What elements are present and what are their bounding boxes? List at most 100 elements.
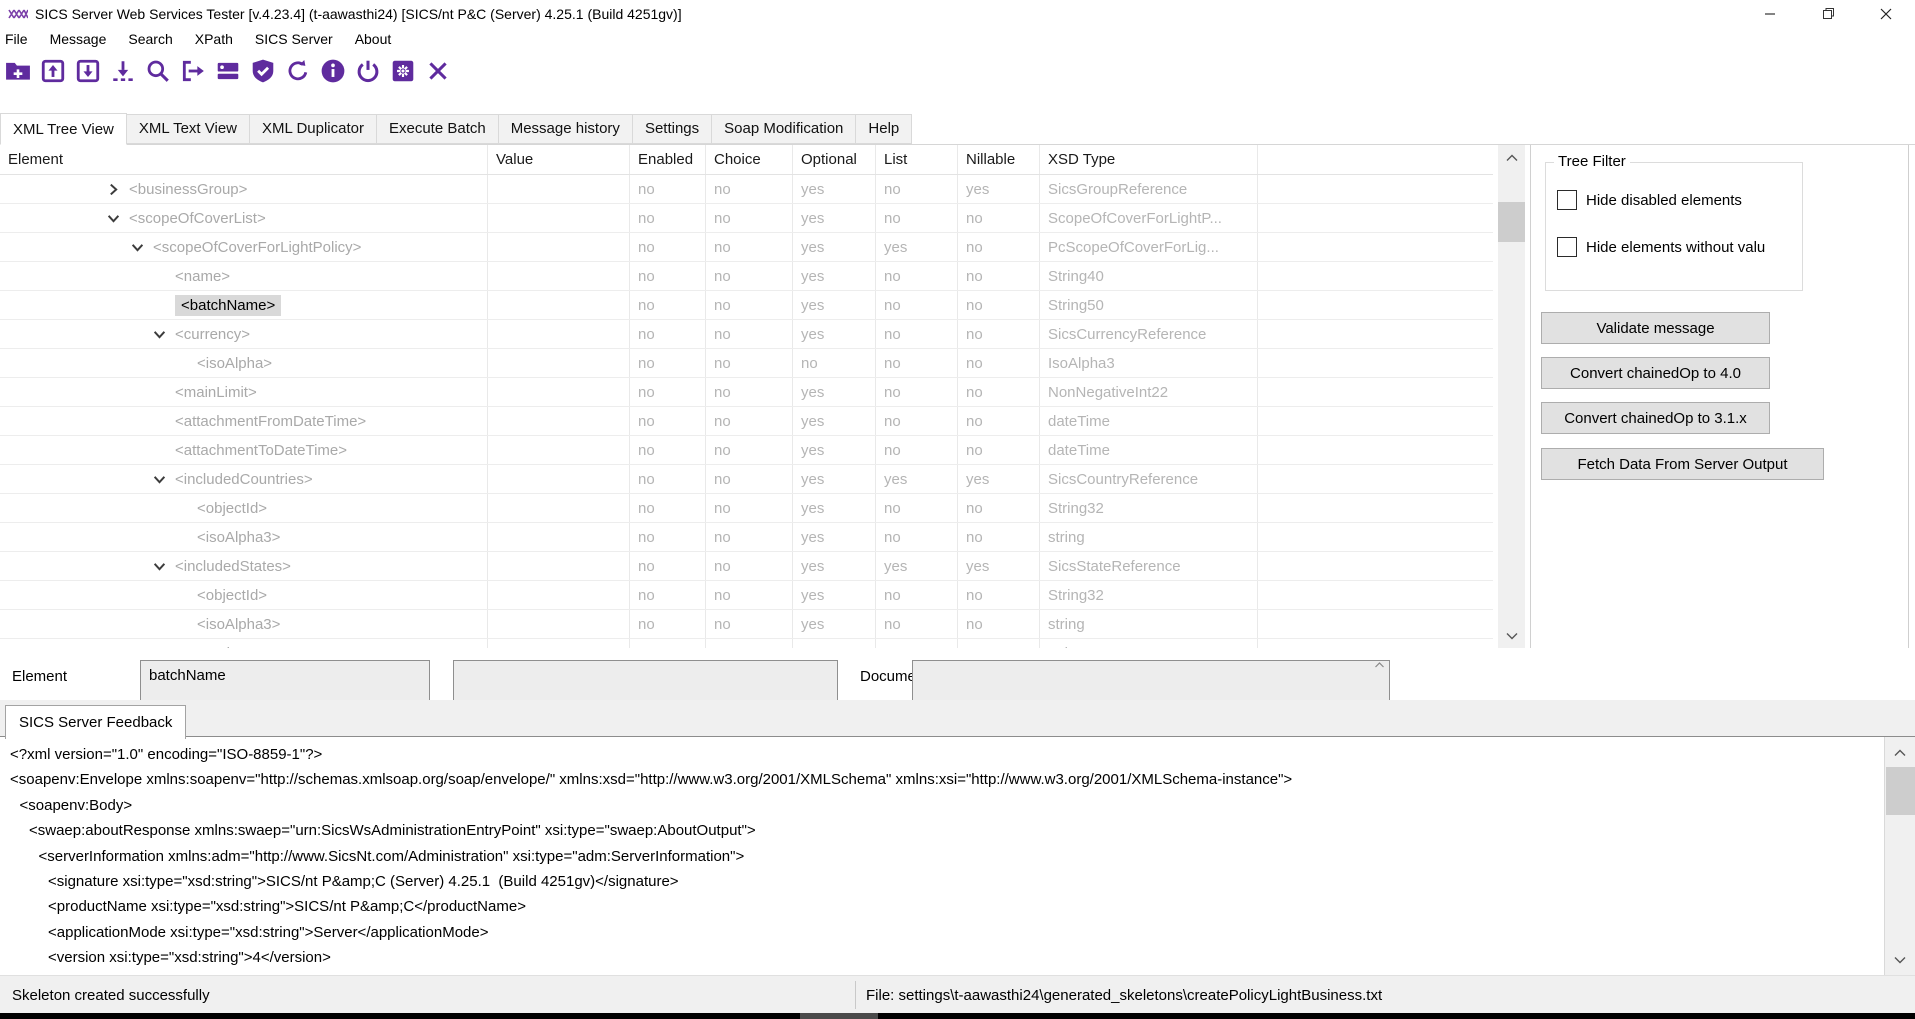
feedback-scrollbar[interactable] xyxy=(1884,737,1915,975)
chevron-expanded-icon[interactable] xyxy=(153,473,175,486)
nillable-cell: no xyxy=(958,320,1040,348)
column-header-enabled: Enabled xyxy=(630,145,706,174)
convert-chainedop-31x-button[interactable]: Convert chainedOp to 3.1.x xyxy=(1541,402,1770,434)
scroll-up-icon[interactable] xyxy=(1498,145,1525,170)
tree-element-cell: <scopeOfCoverForLightPolicy> xyxy=(0,233,488,261)
settings-icon[interactable] xyxy=(385,55,420,87)
close-window-button[interactable] xyxy=(1857,0,1915,27)
enabled-cell: no xyxy=(630,523,706,551)
chevron-expanded-icon[interactable] xyxy=(153,560,175,573)
validate-shield-icon[interactable] xyxy=(245,55,280,87)
feedback-scrollbar-thumb[interactable] xyxy=(1886,767,1915,815)
menu-item-file[interactable]: File xyxy=(0,31,39,47)
fetch-data-button[interactable]: Fetch Data From Server Output xyxy=(1541,448,1824,480)
search-icon[interactable] xyxy=(140,55,175,87)
tree-row[interactable]: <isoAlpha>nononononoIsoAlpha3 xyxy=(0,349,1493,378)
tab-execute-batch[interactable]: Execute Batch xyxy=(377,114,499,144)
tab-help[interactable]: Help xyxy=(856,114,912,144)
tree-row[interactable]: <name>nonoyesnonoString40 xyxy=(0,262,1493,291)
chevron-expanded-icon[interactable] xyxy=(131,241,153,254)
enabled-cell: no xyxy=(630,407,706,435)
tree-scrollbar[interactable] xyxy=(1498,145,1525,648)
element-name: <includedCountries> xyxy=(175,471,313,488)
send-message-icon[interactable] xyxy=(175,55,210,87)
menu-item-sics-server[interactable]: SICS Server xyxy=(244,31,344,47)
tree-row[interactable]: <batchName>nonoyesnonoString50 xyxy=(0,291,1493,320)
element-value-input[interactable] xyxy=(453,660,838,700)
tab-xml-duplicator[interactable]: XML Duplicator xyxy=(250,114,377,144)
new-message-icon[interactable] xyxy=(0,55,35,87)
tree-row[interactable]: <scopeOfCoverForLightPolicy>nonoyesyesno… xyxy=(0,233,1493,262)
spacer-cell xyxy=(1258,436,1493,464)
tree-row[interactable]: <mainLimit>nonoyesnonoNonNegativeInt22 xyxy=(0,378,1493,407)
info-icon[interactable] xyxy=(315,55,350,87)
xsd-cell: string xyxy=(1040,610,1258,638)
scroll-down-icon[interactable] xyxy=(1498,623,1525,648)
chevron-collapsed-icon[interactable] xyxy=(107,183,129,196)
tab-message-history[interactable]: Message history xyxy=(499,114,633,144)
tab-xml-text-view[interactable]: XML Text View xyxy=(127,114,250,144)
tree-row[interactable]: <objectId>nonoyesnonoString32 xyxy=(0,581,1493,610)
xsd-cell: IsoAlpha3 xyxy=(1040,349,1258,377)
tree-row[interactable]: <code>nononononostring xyxy=(0,639,1493,648)
toolbar xyxy=(0,51,1915,91)
validate-message-button[interactable]: Validate message xyxy=(1541,312,1770,344)
enabled-cell: no xyxy=(630,552,706,580)
value-cell xyxy=(488,349,630,377)
menu-item-message[interactable]: Message xyxy=(39,31,118,47)
hide-elements-without-value-checkbox[interactable] xyxy=(1557,237,1577,257)
choice-cell: no xyxy=(706,320,793,348)
chevron-expanded-icon[interactable] xyxy=(153,328,175,341)
convert-chainedop-40-button[interactable]: Convert chainedOp to 4.0 xyxy=(1541,357,1770,389)
tree-element-cell: <includedStates> xyxy=(0,552,488,580)
tree-row[interactable]: <includedCountries>nonoyesyesyesSicsCoun… xyxy=(0,465,1493,494)
taskbar-edge xyxy=(0,1013,1915,1019)
list-cell: no xyxy=(876,320,958,348)
list-cell: no xyxy=(876,581,958,609)
enabled-cell: no xyxy=(630,291,706,319)
menu-item-search[interactable]: Search xyxy=(117,31,183,47)
tree-element-cell: <includedCountries> xyxy=(0,465,488,493)
tree-scrollbar-thumb[interactable] xyxy=(1498,202,1525,242)
tab-sics-server-feedback[interactable]: SICS Server Feedback xyxy=(5,705,186,739)
tree-row[interactable]: <attachmentToDateTime>nonoyesnonodateTim… xyxy=(0,436,1493,465)
nillable-cell: no xyxy=(958,639,1040,648)
nillable-cell: yes xyxy=(958,175,1040,203)
tab-soap-modification[interactable]: Soap Modification xyxy=(712,114,856,144)
tree-row[interactable]: <attachmentFromDateTime>nonoyesnonodateT… xyxy=(0,407,1493,436)
documentation-scroll-up-icon[interactable] xyxy=(1368,662,1390,668)
value-cell xyxy=(488,610,630,638)
import-icon[interactable] xyxy=(105,55,140,87)
chevron-expanded-icon[interactable] xyxy=(107,212,129,225)
save-message-icon[interactable] xyxy=(70,55,105,87)
feedback-scroll-down-icon[interactable] xyxy=(1885,947,1915,972)
feedback-content[interactable]: <?xml version="1.0" encoding="ISO-8859-1… xyxy=(0,737,1884,980)
optional-cell: yes xyxy=(793,407,876,435)
load-message-icon[interactable] xyxy=(35,55,70,87)
tree-row[interactable]: <isoAlpha3>nonoyesnonostring xyxy=(0,610,1493,639)
close-icon[interactable] xyxy=(420,55,455,87)
xml-line: <serverInformation xmlns:adm="http://www… xyxy=(0,844,1884,869)
refresh-icon[interactable] xyxy=(280,55,315,87)
column-header-element: Element xyxy=(0,145,488,174)
tree-row[interactable]: <objectId>nonoyesnonoString32 xyxy=(0,494,1493,523)
menu-item-about[interactable]: About xyxy=(344,31,403,47)
tree-row[interactable]: <isoAlpha3>nonoyesnonostring xyxy=(0,523,1493,552)
minimize-button[interactable] xyxy=(1741,0,1799,27)
power-icon[interactable] xyxy=(350,55,385,87)
tab-settings[interactable]: Settings xyxy=(633,114,712,144)
tree-row[interactable]: <businessGroup>nonoyesnoyesSicsGroupRefe… xyxy=(0,175,1493,204)
element-name-input[interactable]: batchName xyxy=(140,660,430,700)
restore-button[interactable] xyxy=(1799,0,1857,27)
documentation-input[interactable] xyxy=(912,660,1390,700)
tab-xml-tree-view[interactable]: XML Tree View xyxy=(0,113,127,145)
menu-item-xpath[interactable]: XPath xyxy=(184,31,244,47)
feedback-scroll-up-icon[interactable] xyxy=(1885,740,1915,765)
value-cell xyxy=(488,262,630,290)
server-list-icon[interactable] xyxy=(210,55,245,87)
value-cell xyxy=(488,175,630,203)
tree-row[interactable]: <currency>nonoyesnonoSicsCurrencyReferen… xyxy=(0,320,1493,349)
tree-row[interactable]: <scopeOfCoverList>nonoyesnonoScopeOfCove… xyxy=(0,204,1493,233)
tree-row[interactable]: <includedStates>nonoyesyesyesSicsStateRe… xyxy=(0,552,1493,581)
hide-disabled-elements-checkbox[interactable] xyxy=(1557,190,1577,210)
